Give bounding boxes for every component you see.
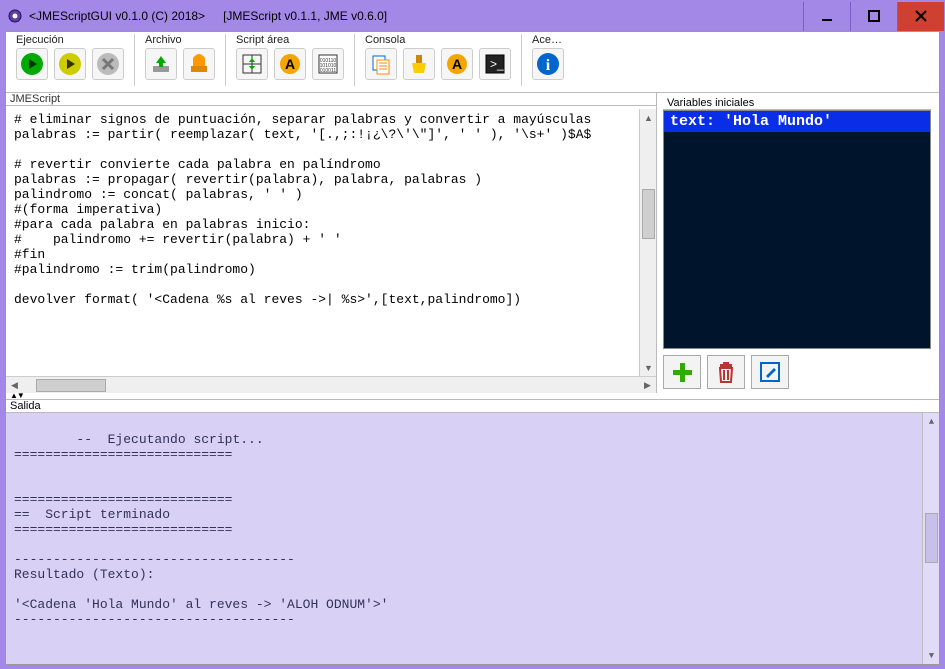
titlebar: <JMEScriptGUI v0.1.0 (C) 2018> [JMEScrip…	[1, 1, 944, 31]
console-terminal-button[interactable]: >_	[479, 48, 511, 80]
svg-text:A: A	[285, 56, 295, 72]
scroll-up-icon[interactable]: ▲	[640, 109, 657, 126]
toolbar-group-ejecucion: Ejecución	[10, 34, 130, 80]
variable-edit-button[interactable]	[751, 355, 789, 389]
save-button[interactable]	[183, 48, 215, 80]
script-pane: JMEScript # eliminar signos de puntuació…	[6, 93, 657, 393]
scroll-right-icon[interactable]: ▶	[639, 377, 656, 394]
toolbar-label-archivo: Archivo	[145, 34, 215, 46]
script-font-button[interactable]: A	[274, 48, 306, 80]
run-step-button[interactable]	[54, 48, 86, 80]
scroll-thumb[interactable]	[642, 189, 655, 239]
scroll-left-icon[interactable]: ◀	[6, 377, 23, 394]
variables-list[interactable]: text: 'Hola Mundo'	[663, 110, 931, 349]
variable-delete-button[interactable]	[707, 355, 745, 389]
trash-icon	[714, 360, 738, 384]
variable-add-button[interactable]	[663, 355, 701, 389]
output-pane-title: Salida	[6, 400, 939, 413]
variables-pane: Variables iniciales text: 'Hola Mundo'	[657, 93, 939, 393]
svg-text:i: i	[546, 57, 551, 74]
console-clear-button[interactable]	[403, 48, 435, 80]
app-icon	[7, 8, 23, 24]
output-vscrollbar[interactable]: ▲ ▼	[922, 413, 939, 664]
svg-text:010011: 010011	[320, 68, 337, 74]
scroll-down-icon[interactable]: ▼	[923, 647, 939, 664]
toolbar-label-acerca: Ace…	[532, 34, 564, 46]
minimize-button[interactable]	[803, 2, 850, 31]
upper-panes: JMEScript # eliminar signos de puntuació…	[6, 93, 939, 393]
window-title-main: <JMEScriptGUI v0.1.0 (C) 2018>	[29, 9, 205, 23]
about-button[interactable]: i	[532, 48, 564, 80]
script-pane-title: JMEScript	[6, 93, 656, 106]
script-editor[interactable]: # eliminar signos de puntuación, separar…	[6, 106, 656, 376]
toolbar-label-ejecucion: Ejecución	[16, 34, 124, 46]
toolbar: Ejecución Archivo	[6, 32, 939, 93]
script-binary-button[interactable]: 010110101010010011	[312, 48, 344, 80]
variables-toolbar	[663, 349, 931, 389]
window-title-sub: [JMEScript v0.1.1, JME v0.6.0]	[223, 9, 387, 23]
toolbar-label-consola: Consola	[365, 34, 511, 46]
edit-icon	[758, 360, 782, 384]
plus-icon	[670, 360, 694, 384]
close-button[interactable]	[897, 2, 944, 31]
scroll-down-icon[interactable]: ▼	[640, 359, 657, 376]
run-button[interactable]	[16, 48, 48, 80]
svg-text:>_: >_	[490, 57, 504, 71]
toolbar-group-script: Script área A 010110101010010011	[230, 34, 350, 80]
toolbar-group-acerca: Ace… i	[526, 34, 570, 80]
workspace: JMEScript # eliminar signos de puntuació…	[6, 93, 939, 664]
maximize-button[interactable]	[850, 2, 897, 31]
svg-text:A: A	[452, 56, 462, 72]
script-vscrollbar[interactable]: ▲ ▼	[639, 109, 656, 376]
window-body: Ejecución Archivo	[5, 31, 940, 665]
scroll-thumb[interactable]	[925, 513, 938, 563]
output-pane: Salida -- Ejecutando script... =========…	[6, 399, 939, 664]
scroll-thumb[interactable]	[36, 379, 106, 392]
scroll-up-icon[interactable]: ▲	[923, 413, 939, 430]
toolbar-group-consola: Consola A >_	[359, 34, 517, 80]
output-text[interactable]: -- Ejecutando script... ================…	[6, 413, 939, 664]
open-button[interactable]	[145, 48, 177, 80]
stop-button[interactable]	[92, 48, 124, 80]
output-content: -- Ejecutando script... ================…	[14, 432, 388, 627]
toolbar-label-script: Script área	[236, 34, 344, 46]
toolbar-group-archivo: Archivo	[139, 34, 221, 80]
variables-pane-title: Variables iniciales	[663, 97, 931, 110]
script-hscrollbar[interactable]: ◀ ▶	[6, 376, 656, 393]
script-fold-button[interactable]	[236, 48, 268, 80]
variable-row-selected[interactable]: text: 'Hola Mundo'	[664, 111, 930, 132]
console-copy-button[interactable]	[365, 48, 397, 80]
console-font-button[interactable]: A	[441, 48, 473, 80]
